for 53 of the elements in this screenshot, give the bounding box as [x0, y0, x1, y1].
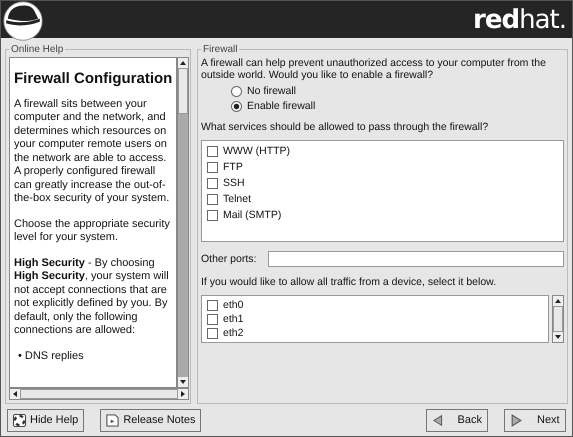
- help-paragraph: Choose the appropriate security level for your system.: [14, 218, 171, 244]
- device-checkbox-item[interactable]: eth1: [207, 313, 543, 325]
- scroll-thumb[interactable]: [553, 306, 563, 332]
- checkbox-icon[interactable]: [207, 300, 218, 310]
- release-notes-button[interactable]: Release Notes: [100, 408, 202, 432]
- firewall-radio-option[interactable]: No firewall: [231, 85, 564, 97]
- checkbox-icon[interactable]: [207, 314, 218, 324]
- service-checkbox-item[interactable]: WWW (HTTP): [207, 145, 558, 157]
- panel-title: Firewall: [202, 44, 238, 55]
- up-arrow-icon[interactable]: [553, 296, 563, 306]
- checkbox-icon[interactable]: [207, 162, 218, 172]
- help-heading: Firewall Configuration: [14, 72, 172, 86]
- horizontal-scrollbar[interactable]: [9, 388, 190, 400]
- back-button[interactable]: Back: [426, 408, 488, 432]
- services-prompt: What services should be allowed to pass through the firewall?: [201, 121, 490, 133]
- device-checkbox-item[interactable]: eth0: [207, 299, 543, 311]
- down-arrow-icon[interactable]: [178, 377, 188, 387]
- help-paragraph: A firewall sits between your computer and the network, and determines which resources on your computer remote users on the network are able to access. A properly configured firewall can greatly increase the out-of-the-box security of your system.: [14, 98, 170, 206]
- hide-help-button[interactable]: Hide Help: [7, 408, 84, 432]
- intro-text: A firewall can help prevent unauthorized access to your computer from the outside world. Would you like to enable a firewall?: [201, 57, 547, 81]
- scroll-thumb[interactable]: [178, 68, 188, 114]
- panel-title: Online Help: [10, 44, 64, 55]
- lifebuoy-icon: [13, 414, 26, 426]
- checkbox-icon[interactable]: [207, 194, 218, 204]
- help-bullet-item: • DNS replies: [18, 350, 85, 363]
- service-checkbox-item[interactable]: Telnet: [207, 193, 558, 205]
- checkbox-icon[interactable]: [207, 178, 218, 188]
- other-ports-field[interactable]: [268, 251, 564, 267]
- right-triangle-icon: [510, 414, 523, 426]
- service-checkbox-item[interactable]: Mail (SMTP): [207, 209, 558, 221]
- down-arrow-icon[interactable]: [553, 332, 563, 342]
- help-paragraph: High Security - By choosing High Security, your system will not accept connections that are not explicitly defined by you. By default, only the following connections are allowed:: [14, 256, 170, 338]
- radio-icon[interactable]: [231, 86, 242, 96]
- left-triangle-icon: [432, 414, 444, 426]
- up-arrow-icon[interactable]: [178, 58, 188, 68]
- checkbox-icon[interactable]: [207, 146, 218, 156]
- field-label: Other ports:: [201, 253, 256, 265]
- vertical-scrollbar[interactable]: [177, 57, 190, 388]
- next-button[interactable]: Next: [504, 408, 566, 432]
- radio-icon[interactable]: [231, 100, 242, 112]
- brand-wordmark: redhat.: [473, 4, 566, 34]
- vertical-scrollbar[interactable]: [552, 295, 564, 343]
- checkbox-icon[interactable]: [207, 328, 218, 338]
- left-arrow-icon[interactable]: [10, 389, 20, 399]
- document-icon: [106, 414, 120, 426]
- checkbox-icon[interactable]: [207, 210, 218, 220]
- devices-prompt: If you would like to allow all traffic from a device, select it below.: [201, 276, 498, 288]
- right-arrow-icon[interactable]: [178, 389, 188, 399]
- scroll-thumb[interactable]: [20, 389, 178, 399]
- firewall-radio-option[interactable]: Enable firewall: [231, 100, 564, 112]
- service-checkbox-item[interactable]: FTP: [207, 161, 558, 173]
- device-checkbox-item[interactable]: eth2: [207, 327, 543, 339]
- service-checkbox-item[interactable]: SSH: [207, 177, 558, 189]
